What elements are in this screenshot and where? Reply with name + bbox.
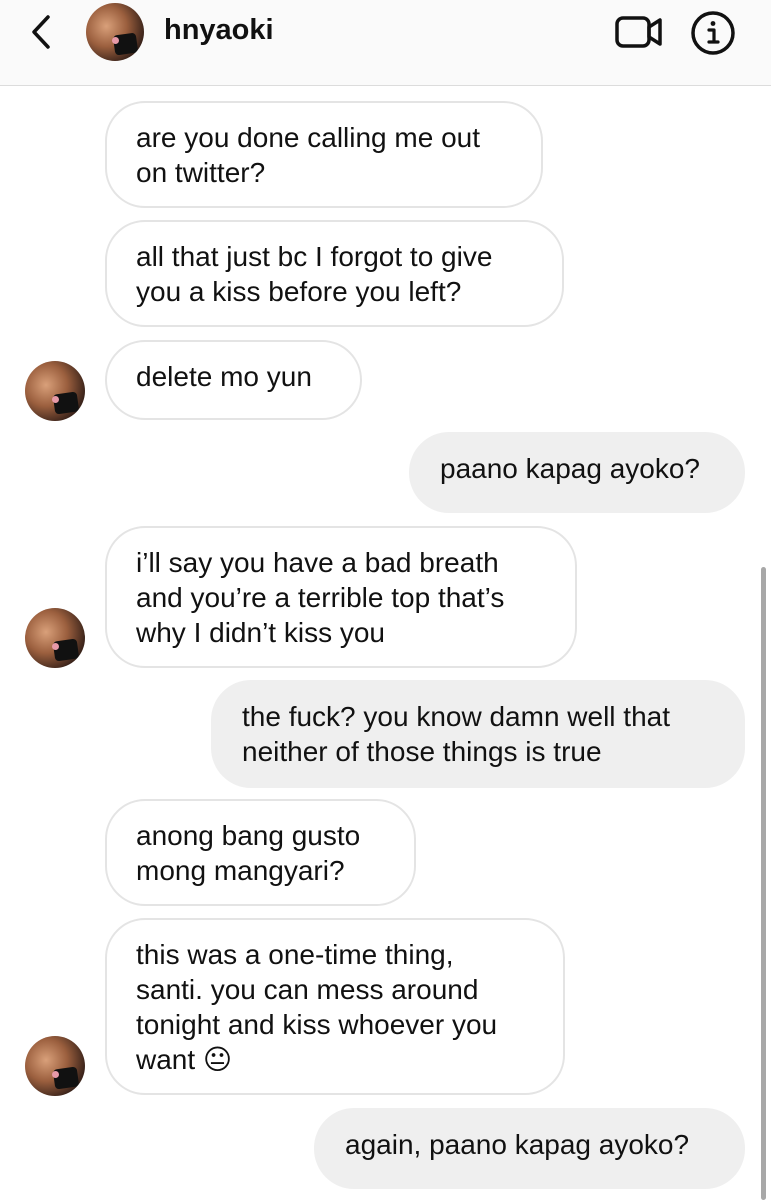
chat-username[interactable]: hnyaoki: [164, 14, 274, 47]
video-camera-icon: [615, 16, 662, 48]
back-button[interactable]: [24, 12, 60, 52]
message-bubble-outgoing[interactable]: paano kapag ayoko?: [409, 432, 745, 513]
scrollbar[interactable]: [761, 567, 766, 1200]
sender-avatar[interactable]: [25, 608, 85, 668]
message-bubble-incoming[interactable]: anong bang gusto mong mangyari?: [105, 799, 416, 906]
message-bubble-incoming[interactable]: i’ll say you have a bad breath and you’r…: [105, 526, 577, 668]
message-bubble-incoming[interactable]: all that just bc I forgot to give you a …: [105, 220, 564, 327]
message-bubble-outgoing[interactable]: the fuck? you know damn well that neithe…: [211, 680, 745, 788]
video-call-button[interactable]: [614, 14, 664, 52]
sender-avatar[interactable]: [25, 361, 85, 421]
info-icon: [691, 11, 735, 55]
message-bubble-outgoing[interactable]: again, paano kapag ayoko?: [314, 1108, 745, 1189]
message-bubble-incoming[interactable]: this was a one-time thing, santi. you ca…: [105, 918, 565, 1095]
info-button[interactable]: [690, 10, 736, 56]
header-avatar[interactable]: [86, 3, 144, 61]
message-bubble-incoming[interactable]: delete mo yun: [105, 340, 362, 420]
chat-header: hnyaoki: [0, 0, 771, 86]
chevron-left-icon: [32, 15, 50, 49]
message-bubble-incoming[interactable]: are you done calling me out on twitter?: [105, 101, 543, 208]
sender-avatar[interactable]: [25, 1036, 85, 1096]
